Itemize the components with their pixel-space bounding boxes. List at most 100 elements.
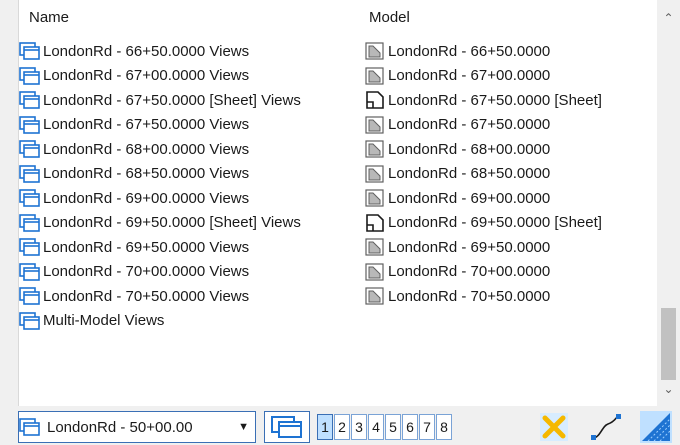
model-name-cell: LondonRd - 68+00.0000 xyxy=(364,137,550,161)
list-header: Name Model xyxy=(19,0,658,34)
design-model-icon xyxy=(365,189,384,207)
view-number-button[interactable]: 6 xyxy=(402,414,418,440)
saved-view-icon xyxy=(19,164,40,183)
scrollbar-thumb[interactable] xyxy=(661,308,676,380)
list-item[interactable]: LondonRd - 66+50.0000 Views LondonRd - 66… xyxy=(19,39,658,64)
list-item[interactable]: LondonRd - 67+50.0000 Views LondonRd - 67… xyxy=(19,113,658,138)
model-name-cell: LondonRd - 68+50.0000 xyxy=(364,162,550,186)
view-name-cell: LondonRd - 68+50.0000 Views xyxy=(19,162,249,186)
view-name-cell: LondonRd - 69+50.0000 [Sheet] Views xyxy=(19,211,301,235)
view-window-button[interactable] xyxy=(264,411,310,443)
model-name-cell: LondonRd - 67+00.0000 xyxy=(364,64,550,88)
view-name: LondonRd - 69+50.0000 [Sheet] Views xyxy=(43,214,301,231)
list-item[interactable]: LondonRd - 70+00.0000 Views LondonRd - 70… xyxy=(19,260,658,285)
view-name-cell: LondonRd - 67+00.0000 Views xyxy=(19,64,249,88)
saved-view-icon xyxy=(19,287,40,305)
view-window-icon xyxy=(271,416,302,438)
grid-tool-button[interactable] xyxy=(640,411,672,443)
model-name-cell: LondonRd - 67+50.0000 xyxy=(364,113,550,137)
design-model-icon xyxy=(365,238,384,256)
list-item[interactable]: LondonRd - 68+00.0000 Views LondonRd - 68… xyxy=(19,137,658,162)
column-header-name[interactable]: Name xyxy=(29,9,69,26)
model-name: LondonRd - 70+50.0000 xyxy=(388,287,551,305)
design-model-icon xyxy=(365,262,384,281)
model-name-cell: LondonRd - 69+50.0000 [Sheet] xyxy=(364,211,602,235)
saved-views-list: Name Model LondonRd - 66+50.0000 Views Lo… xyxy=(18,0,680,406)
list-item[interactable]: LondonRd - 67+00.0000 Views LondonRd - 67… xyxy=(19,64,658,89)
model-name-cell: LondonRd - 70+50.0000 xyxy=(364,284,550,308)
vertical-scrollbar[interactable]: ⌃ ⌄ xyxy=(657,0,680,406)
view-name: LondonRd - 70+50.0000 Views xyxy=(43,287,250,305)
model-name-cell: LondonRd - 69+50.0000 xyxy=(364,235,550,259)
view-number-button[interactable]: 3 xyxy=(351,414,367,440)
saved-view-icon xyxy=(19,418,40,436)
model-name-cell: LondonRd - 67+50.0000 [Sheet] xyxy=(364,88,602,112)
list-item[interactable]: LondonRd - 69+50.0000 Views LondonRd - 69… xyxy=(19,235,658,260)
saved-view-icon xyxy=(19,311,40,330)
view-name-cell: Multi-Model Views xyxy=(19,309,164,333)
model-name: LondonRd - 69+50.0000 [Sheet] xyxy=(388,214,602,231)
view-number-buttons: 12345678 xyxy=(317,414,453,440)
view-name: LondonRd - 67+50.0000 [Sheet] Views xyxy=(43,91,301,109)
view-name-cell: LondonRd - 70+50.0000 Views xyxy=(19,284,249,308)
saved-view-icon xyxy=(19,66,40,85)
list-item[interactable]: LondonRd - 68+50.0000 Views LondonRd - 68… xyxy=(19,162,658,187)
grid-surface-icon xyxy=(640,411,672,443)
saved-view-icon xyxy=(19,115,40,134)
curve-icon xyxy=(591,414,621,440)
sheet-model-icon xyxy=(366,91,384,109)
view-name: LondonRd - 69+00.0000 Views xyxy=(43,189,250,207)
saved-view-combo-value: LondonRd - 50+00.00 xyxy=(47,418,193,436)
model-name-cell: LondonRd - 66+50.0000 xyxy=(364,39,550,63)
list-item[interactable]: Multi-Model Views xyxy=(19,309,658,334)
view-name-cell: LondonRd - 69+00.0000 Views xyxy=(19,186,249,210)
view-number-button[interactable]: 5 xyxy=(385,414,401,440)
curve-tool-button[interactable] xyxy=(590,411,622,443)
model-name: LondonRd - 68+00.0000 xyxy=(388,140,551,158)
saved-view-icon xyxy=(19,213,40,232)
view-name-cell: LondonRd - 69+50.0000 Views xyxy=(19,235,249,259)
list-item[interactable]: LondonRd - 69+00.0000 Views LondonRd - 69… xyxy=(19,186,658,211)
saved-view-icon xyxy=(19,91,40,109)
model-name: LondonRd - 70+00.0000 xyxy=(388,263,551,280)
sheet-model-icon xyxy=(366,213,384,232)
list-item[interactable]: LondonRd - 69+50.0000 [Sheet] Views Londo… xyxy=(19,211,658,236)
model-name: LondonRd - 67+50.0000 [Sheet] xyxy=(388,91,602,109)
view-name: LondonRd - 68+50.0000 Views xyxy=(43,165,250,182)
saved-view-icon xyxy=(19,42,40,60)
bottom-toolbar: LondonRd - 50+00.00 ▼ 12345678 xyxy=(0,406,680,445)
view-number-button[interactable]: 1 xyxy=(317,414,333,440)
design-model-icon xyxy=(365,115,384,134)
saved-view-combo[interactable]: LondonRd - 50+00.00 ▼ xyxy=(18,411,256,443)
view-name: LondonRd - 70+00.0000 Views xyxy=(43,263,250,280)
list-item[interactable]: LondonRd - 70+50.0000 Views LondonRd - 70… xyxy=(19,284,658,309)
view-number-button[interactable]: 2 xyxy=(334,414,350,440)
list-item[interactable]: LondonRd - 67+50.0000 [Sheet] Views Londo… xyxy=(19,88,658,113)
view-number-button[interactable]: 8 xyxy=(436,414,452,440)
scroll-up-arrow-icon[interactable]: ⌃ xyxy=(657,9,680,27)
view-name: LondonRd - 67+50.0000 Views xyxy=(43,116,250,133)
view-name-cell: LondonRd - 68+00.0000 Views xyxy=(19,137,249,161)
model-name: LondonRd - 66+50.0000 xyxy=(388,42,551,60)
saved-view-icon xyxy=(19,140,40,158)
view-number-button[interactable]: 7 xyxy=(419,414,435,440)
view-name: Multi-Model Views xyxy=(43,312,165,329)
clear-button[interactable] xyxy=(538,411,570,443)
model-name: LondonRd - 67+00.0000 xyxy=(388,67,551,84)
chevron-down-icon: ▼ xyxy=(238,421,249,433)
design-model-icon xyxy=(365,287,384,305)
view-name-cell: LondonRd - 70+00.0000 Views xyxy=(19,260,249,284)
view-number-button[interactable]: 4 xyxy=(368,414,384,440)
model-name: LondonRd - 69+00.0000 xyxy=(388,189,551,207)
view-name-cell: LondonRd - 67+50.0000 Views xyxy=(19,113,249,137)
close-x-icon xyxy=(540,413,568,441)
design-model-icon xyxy=(365,66,384,85)
scroll-down-arrow-icon[interactable]: ⌄ xyxy=(657,380,680,398)
design-model-icon xyxy=(365,42,384,60)
view-name: LondonRd - 69+50.0000 Views xyxy=(43,238,250,256)
model-name-cell: LondonRd - 70+00.0000 xyxy=(364,260,550,284)
list-rows: LondonRd - 66+50.0000 Views LondonRd - 66… xyxy=(19,39,658,333)
column-header-model[interactable]: Model xyxy=(369,9,410,26)
design-model-icon xyxy=(365,164,384,183)
view-name-cell: LondonRd - 67+50.0000 [Sheet] Views xyxy=(19,88,301,112)
